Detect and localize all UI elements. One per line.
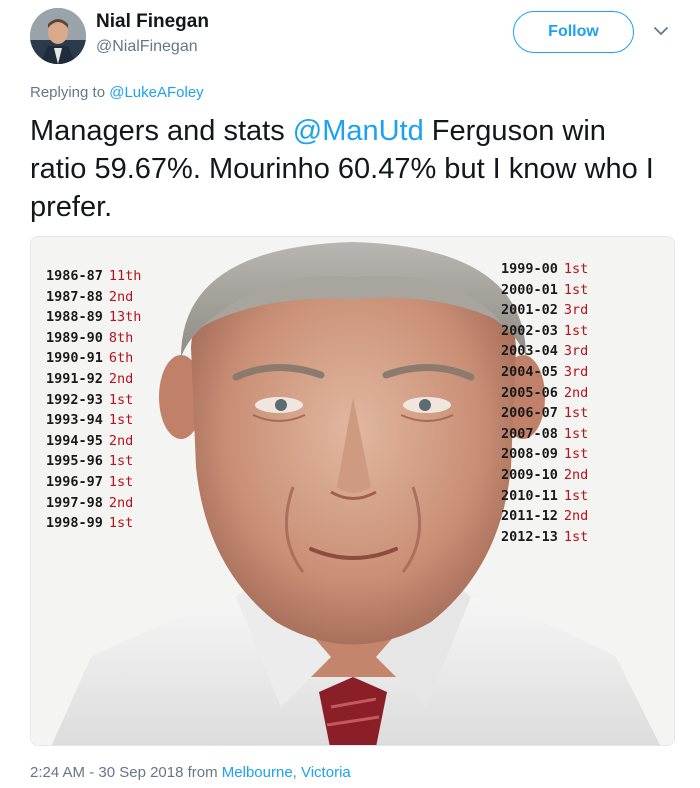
season-position: 2nd <box>108 288 134 305</box>
season-row: 2012-13 1st <box>501 527 588 548</box>
avatar[interactable] <box>30 8 86 64</box>
season-position: 2nd <box>563 466 589 483</box>
season-position: 2nd <box>108 494 134 511</box>
chevron-down-icon[interactable] <box>652 22 670 40</box>
season-year: 1986-87 <box>46 268 103 284</box>
tweet-timestamp: 2:24 AM - 30 Sep 2018 from Melbourne, Vi… <box>30 764 351 781</box>
location-link[interactable]: Melbourne, Victoria <box>222 764 351 781</box>
season-row: 2002-03 1st <box>501 321 588 342</box>
season-row: 1989-90 8th <box>46 328 141 349</box>
season-year: 1994-95 <box>46 432 103 449</box>
season-position: 2nd <box>563 508 589 525</box>
display-name[interactable]: Nial Finegan <box>96 11 209 33</box>
season-row: 2006-07 1st <box>501 403 588 424</box>
tweet-media-image[interactable]: 1986-87 11th 1987-88 2nd 1988-89 13th 1989-90 8… <box>30 236 675 746</box>
season-position: 1st <box>108 412 134 429</box>
season-year: 2012-13 <box>501 528 558 545</box>
season-position: 6th <box>108 350 134 367</box>
season-position: 1st <box>108 515 134 532</box>
season-row: 1990-91 6th <box>46 348 141 369</box>
tweet-mention-link[interactable]: @ManUtd <box>293 115 424 147</box>
season-year: 1990-91 <box>46 350 103 367</box>
season-row: 1995-96 1st <box>46 451 141 472</box>
season-row: 2010-11 1st <box>501 486 588 507</box>
season-year: 2010-11 <box>501 487 558 504</box>
season-year: 2006-07 <box>501 405 558 422</box>
season-position: 1st <box>563 487 589 504</box>
season-row: 2000-01 1st <box>501 280 588 301</box>
season-row: 2001-02 3rd <box>501 300 588 321</box>
season-row: 1997-98 2nd <box>46 493 141 514</box>
tweet-header: Nial Finegan @NialFinegan Follow <box>30 8 680 68</box>
season-year: 1993-94 <box>46 412 103 429</box>
season-position: 3rd <box>563 343 589 360</box>
season-year: 2003-04 <box>501 343 558 360</box>
season-position: 1st <box>563 405 589 422</box>
season-row: 2008-09 1st <box>501 444 588 465</box>
tweet-text-part1: Managers and stats <box>30 115 293 147</box>
season-position: 3rd <box>563 302 589 319</box>
season-position: 1st <box>563 261 589 277</box>
season-position: 1st <box>563 528 589 545</box>
season-year: 2005-06 <box>501 384 558 401</box>
season-position: 13th <box>108 309 142 326</box>
season-list-right: 1999-00 1st 2000-01 1st 2001-02 3rd 2002-03 1st… <box>501 259 588 547</box>
season-position: 11th <box>108 268 142 284</box>
timestamp-text[interactable]: 2:24 AM - 30 Sep 2018 from <box>30 764 222 781</box>
season-row: 1991-92 2nd <box>46 369 141 390</box>
season-row: 1998-99 1st <box>46 513 141 534</box>
season-year: 1991-92 <box>46 370 103 387</box>
season-row: 1987-88 2nd <box>46 287 141 308</box>
season-year: 1992-93 <box>46 391 103 408</box>
follow-button[interactable]: Follow <box>513 11 634 53</box>
season-year: 1988-89 <box>46 309 103 326</box>
reply-mention-link[interactable]: @LukeAFoley <box>109 84 203 101</box>
season-year: 2008-09 <box>501 446 558 463</box>
season-year: 2007-08 <box>501 425 558 442</box>
season-row: 2007-08 1st <box>501 424 588 445</box>
season-year: 2009-10 <box>501 466 558 483</box>
season-position: 1st <box>563 322 589 339</box>
user-handle[interactable]: @NialFinegan <box>96 38 198 56</box>
season-row: 1999-00 1st <box>501 259 588 280</box>
season-row: 2009-10 2nd <box>501 465 588 486</box>
replying-to-prefix: Replying to <box>30 84 110 101</box>
season-row: 1992-93 1st <box>46 390 141 411</box>
season-year: 1998-99 <box>46 515 103 532</box>
season-year: 2000-01 <box>501 281 558 298</box>
season-year: 2002-03 <box>501 322 558 339</box>
season-position: 1st <box>108 391 134 408</box>
replying-to: Replying to @LukeAFoley <box>30 84 204 101</box>
season-position: 2nd <box>563 384 589 401</box>
season-year: 2004-05 <box>501 363 558 380</box>
season-row: 1996-97 1st <box>46 472 141 493</box>
season-year: 1995-96 <box>46 453 103 470</box>
season-year: 1996-97 <box>46 473 103 490</box>
season-year: 1999-00 <box>501 261 558 277</box>
season-position: 2nd <box>108 370 134 387</box>
season-row: 1988-89 13th <box>46 307 141 328</box>
season-row: 1993-94 1st <box>46 410 141 431</box>
tweet-text: Managers and stats @ManUtd Ferguson win … <box>30 112 670 226</box>
season-position: 1st <box>563 281 589 298</box>
season-position: 1st <box>108 473 134 490</box>
season-position: 1st <box>563 446 589 463</box>
season-year: 1987-88 <box>46 288 103 305</box>
season-position: 8th <box>108 329 134 346</box>
season-row: 1986-87 11th <box>46 266 141 287</box>
season-year: 1997-98 <box>46 494 103 511</box>
season-position: 1st <box>108 453 134 470</box>
season-position: 1st <box>563 425 589 442</box>
season-row: 1994-95 2nd <box>46 431 141 452</box>
season-row: 2004-05 3rd <box>501 362 588 383</box>
season-row: 2011-12 2nd <box>501 506 588 527</box>
season-list-left: 1986-87 11th 1987-88 2nd 1988-89 13th 1989-90 8… <box>46 266 141 534</box>
season-position: 2nd <box>108 432 134 449</box>
season-row: 2003-04 3rd <box>501 341 588 362</box>
season-position: 3rd <box>563 363 589 380</box>
season-year: 2001-02 <box>501 302 558 319</box>
season-row: 2005-06 2nd <box>501 383 588 404</box>
season-year: 1989-90 <box>46 329 103 346</box>
season-year: 2011-12 <box>501 508 558 525</box>
